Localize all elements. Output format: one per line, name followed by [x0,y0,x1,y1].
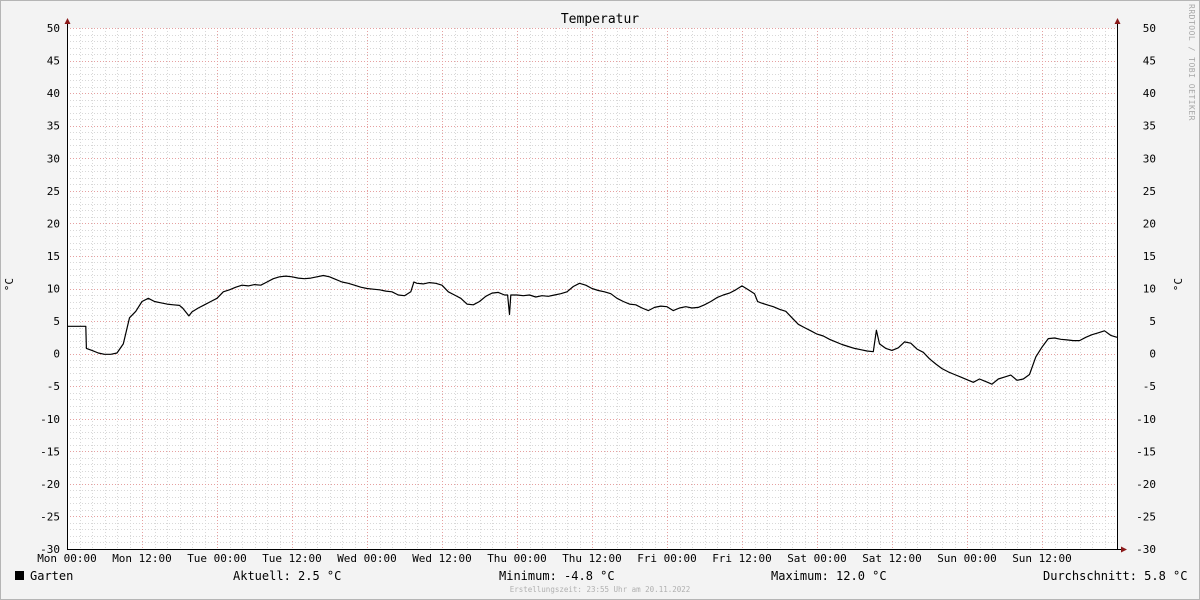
y-tick-label-right: -25 [1136,510,1156,523]
y-tick-label-right: 20 [1143,217,1156,230]
y-tick-label-left: 20 [47,217,60,230]
rrdtool-watermark: RRDTOOL / TOBI OETIKER [1187,4,1196,121]
y-tick-label-right: -20 [1136,478,1156,491]
y-tick-label-left: 40 [47,87,60,100]
y-tick-label-left: 15 [47,250,60,263]
y-tick-label-right: 15 [1143,250,1156,263]
x-tick-label: Mon 00:00 [37,552,97,565]
y-tick-label-left: 45 [47,55,60,68]
y-tick-label-right: 0 [1149,348,1156,361]
temperature-chart: 50 5045 4540 4035 3530 3025 2520 2015 1510 105 50 0… [37,18,1156,565]
y-tick-label-right: -15 [1136,445,1156,458]
legend-series-name: Garten [30,569,74,583]
y-tick-label-left: 35 [47,120,60,133]
x-tick-label: Sun 12:00 [1012,552,1072,565]
y-tick-label-left: -25 [40,510,60,523]
y-tick-label-right: 25 [1143,185,1156,198]
y-tick-label-right: -30 [1136,543,1156,556]
legend-current: Aktuell: 2.5 °C [233,569,342,583]
y-tick-label-left: 25 [47,185,60,198]
y-tick-label-left: 5 [53,315,60,328]
x-tick-label: Thu 00:00 [487,552,547,565]
x-tick-label: Thu 12:00 [562,552,622,565]
x-tick-label: Fri 00:00 [637,552,697,565]
x-tick-label: Sat 12:00 [862,552,922,565]
y-tick-label-right: 45 [1143,55,1156,68]
y-tick-label-left: 10 [47,283,60,296]
legend-average: Durchschnitt: 5.8 °C [1043,569,1188,583]
chart-title: Temperatur [560,12,640,27]
x-tick-label: Fri 12:00 [712,552,772,565]
y-tick-label-right: -10 [1136,413,1156,426]
y-tick-label-right: 30 [1143,152,1156,165]
y-tick-label-left: -10 [40,413,60,426]
y-axis-label-right: °C [1172,278,1185,292]
y-tick-label-left: -20 [40,478,60,491]
legend-minimum: Minimum: -4.8 °C [499,569,615,583]
y-tick-label-right: 40 [1143,87,1156,100]
y-tick-label-left: -15 [40,445,60,458]
creation-timestamp: Erstellungszeit: 23:55 Uhr am 20.11.2022 [509,585,691,594]
y-tick-label-right: 35 [1143,120,1156,133]
x-tick-label: Wed 00:00 [337,552,397,565]
y-tick-label-left: 30 [47,152,60,165]
x-tick-label: Sat 00:00 [787,552,847,565]
y-tick-label-right: 10 [1143,283,1156,296]
x-axis-arrow [1121,546,1127,553]
y-axis-label-left: °C [3,278,16,292]
y-tick-label-right: 5 [1149,315,1156,328]
y-tick-label-left: -5 [47,380,60,393]
x-tick-label: Sun 00:00 [937,552,997,565]
x-tick-label: Mon 12:00 [112,552,172,565]
x-tick-label: Tue 12:00 [262,552,322,565]
x-tick-label: Wed 12:00 [412,552,472,565]
legend-swatch-garten [15,571,24,580]
legend-maximum: Maximum: 12.0 °C [771,569,887,583]
x-tick-label: Tue 00:00 [187,552,247,565]
y-tick-label-left: 0 [53,348,60,361]
y-tick-label-right: -5 [1143,380,1156,393]
